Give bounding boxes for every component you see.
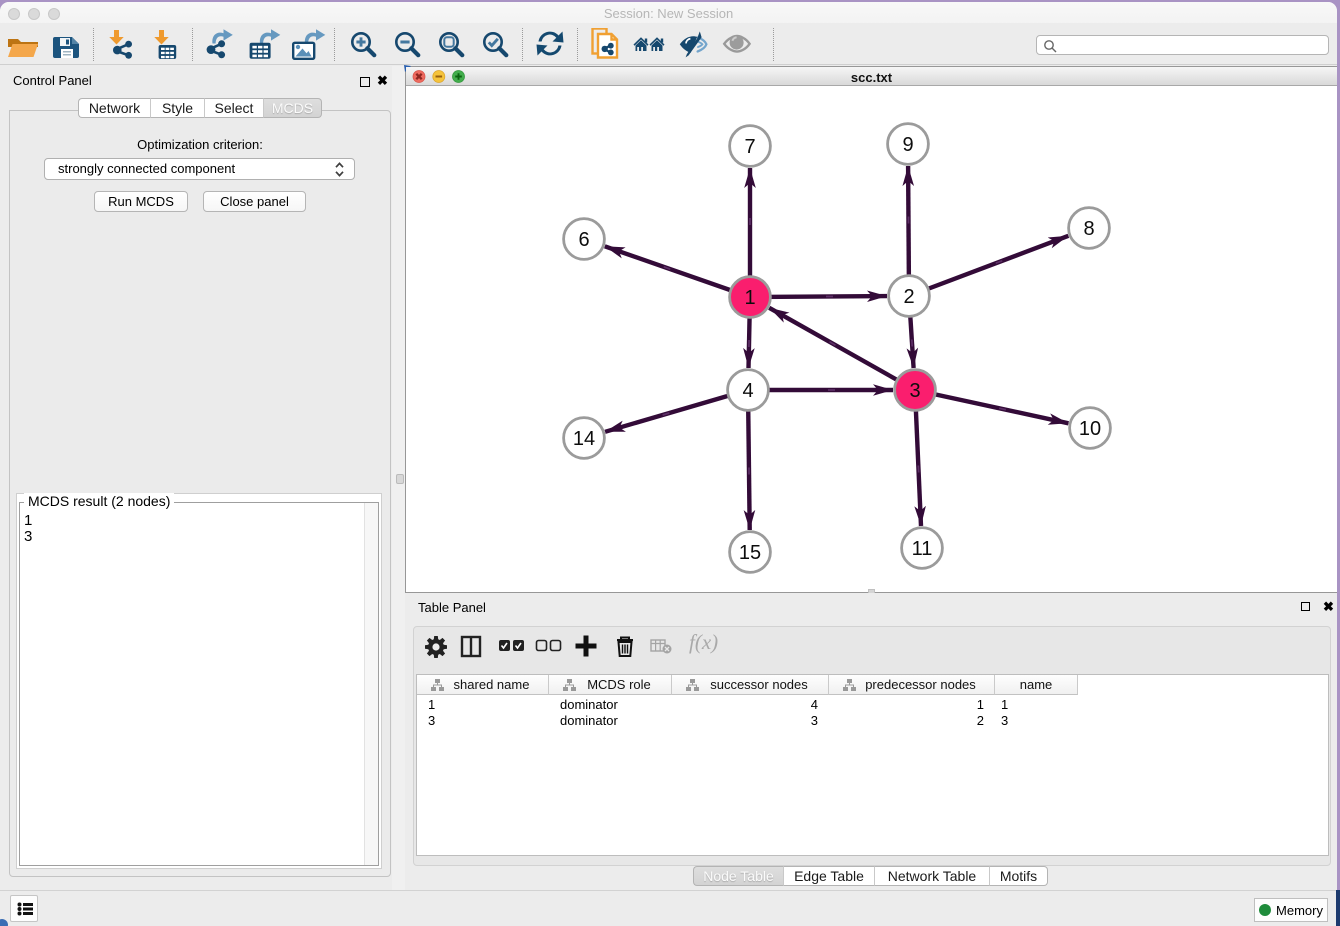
svg-text:10: 10 — [1079, 418, 1101, 440]
svg-text:15: 15 — [739, 542, 761, 564]
svg-text:3: 3 — [909, 380, 920, 402]
svg-text:7: 7 — [744, 136, 755, 158]
svg-text:9: 9 — [902, 134, 913, 156]
svg-text:8: 8 — [1083, 218, 1094, 240]
svg-text:1: 1 — [744, 287, 755, 309]
svg-text:6: 6 — [578, 229, 589, 251]
svg-text:14: 14 — [573, 428, 595, 450]
svg-text:11: 11 — [912, 538, 933, 560]
svg-text:2: 2 — [903, 286, 914, 308]
svg-text:4: 4 — [742, 380, 753, 402]
